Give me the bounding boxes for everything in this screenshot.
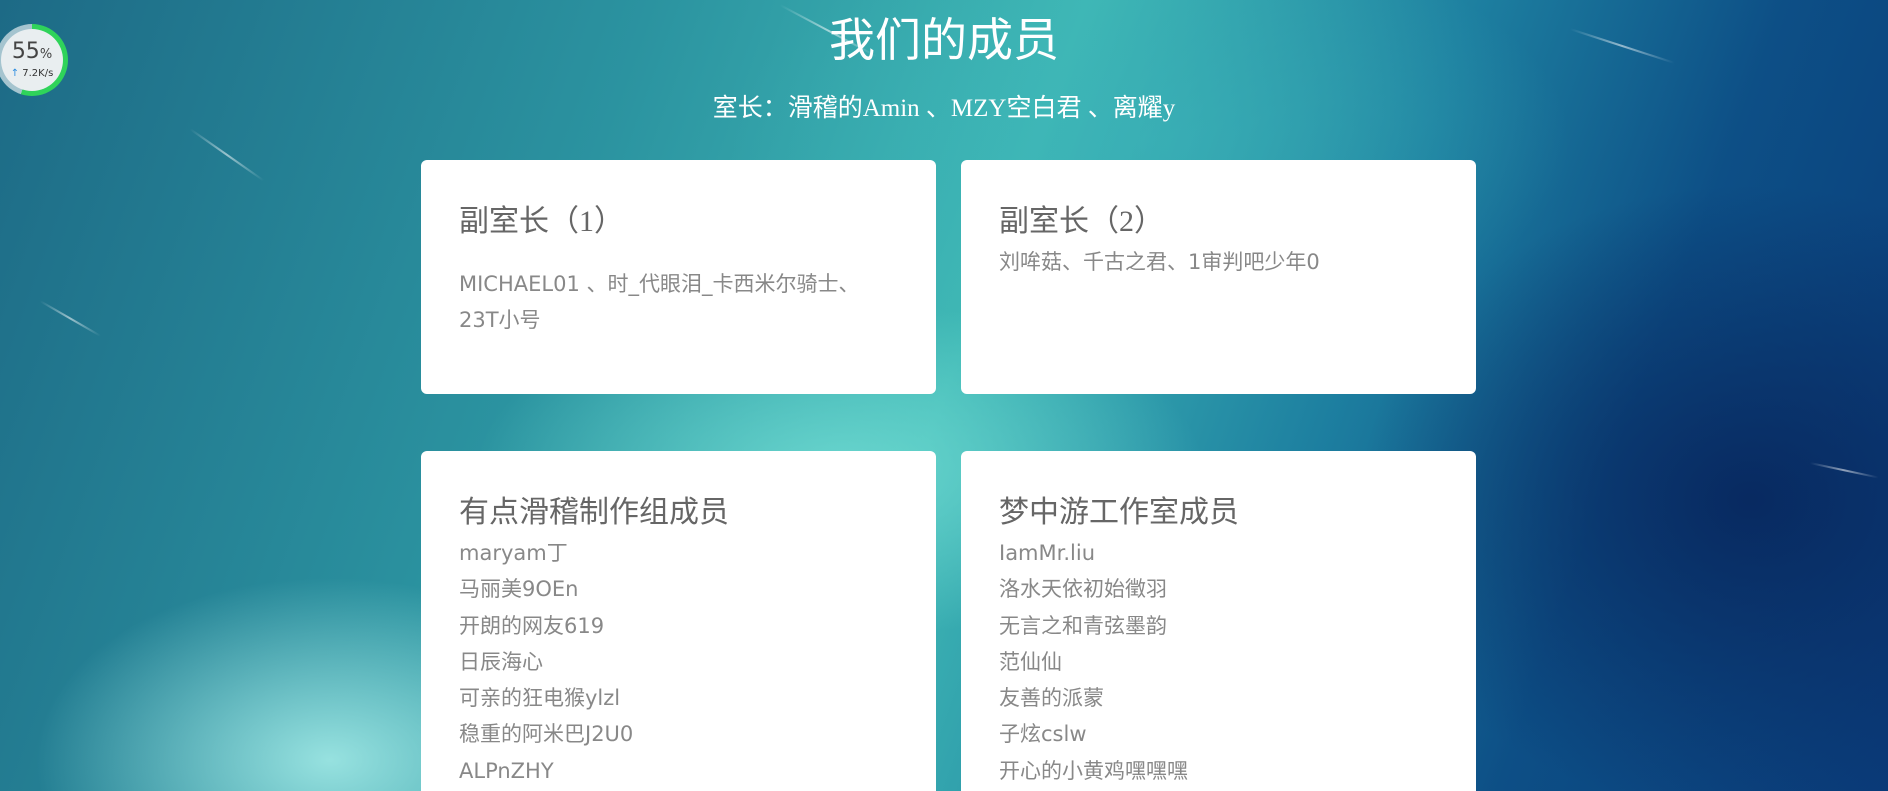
card-title: 副室长（1）: [459, 204, 624, 239]
light-streak: [189, 128, 265, 182]
card-text: MICHAEL01 、时_代眼泪_卡西米尔骑士、23T小号: [459, 272, 860, 332]
list-item: IamMr.liu: [999, 541, 1095, 565]
light-streak: [39, 300, 102, 337]
leaders-line: 室长：滑稽的Amin 、MZY空白君 、离耀y: [712, 95, 1176, 122]
list-item: 可亲的狂电猴ylzl: [459, 686, 621, 711]
list-item: ALPnZHY: [459, 758, 554, 783]
member-list: IamMr.liu 洛水天依初始徵羽 无言之和青弦墨韵 范仙仙 友善的派蒙 子炫…: [999, 535, 1438, 789]
page-title: 我们的成员: [829, 13, 1059, 67]
list-item: 无言之和青弦墨韵: [999, 613, 1167, 638]
card-text: 刘哞菇、千古之君、1审判吧少年0: [999, 250, 1320, 274]
list-item: 稳重的阿米巴J2U0: [459, 722, 634, 747]
list-item: 友善的派蒙: [999, 686, 1104, 711]
member-list: maryam丁 马丽美9OEn 开朗的网友619 日辰海心 可亲的狂电猴ylzl…: [459, 535, 898, 789]
list-item: 子炫cslw: [999, 722, 1087, 747]
list-item: 范仙仙: [999, 649, 1062, 674]
card-studio-group: 梦中游工作室成员 IamMr.liu 洛水天依初始徵羽 无言之和青弦墨韵 范仙仙…: [961, 451, 1476, 791]
list-item: 日辰海心: [459, 649, 543, 674]
list-item: 开心的小黄鸡嘿嘿嘿: [999, 758, 1188, 783]
card-title: 副室长（2）: [999, 204, 1164, 239]
card-deputy-2: 副室长（2） 刘哞菇、千古之君、1审判吧少年0: [961, 160, 1476, 394]
card-title: 有点滑稽制作组成员: [459, 495, 729, 530]
list-item: maryam丁: [459, 541, 568, 565]
card-deputy-1: 副室长（1） MICHAEL01 、时_代眼泪_卡西米尔骑士、23T小号: [421, 160, 936, 394]
list-item: 开朗的网友619: [459, 613, 605, 638]
card-title: 梦中游工作室成员: [999, 495, 1239, 530]
list-item: 洛水天依初始徵羽: [999, 577, 1167, 602]
card-production-group: 有点滑稽制作组成员 maryam丁 马丽美9OEn 开朗的网友619 日辰海心 …: [421, 451, 936, 791]
list-item: 马丽美9OEn: [459, 577, 579, 602]
light-streak: [1809, 462, 1879, 479]
